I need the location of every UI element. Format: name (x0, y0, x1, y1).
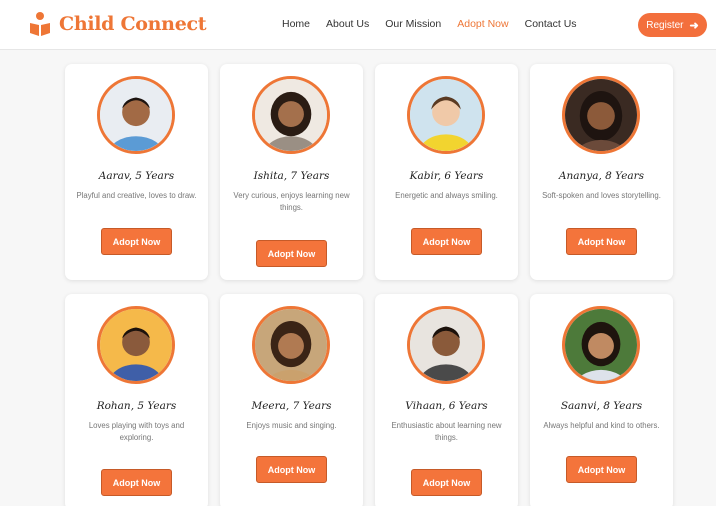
child-photo-avatar (562, 76, 640, 154)
child-name: Kabir, 6 Years (409, 170, 484, 182)
child-name: Ananya, 8 Years (558, 170, 645, 182)
child-card-vihaan: Vihaan, 6 Years Enthusiastic about learn… (375, 294, 518, 506)
child-card-aarav: Aarav, 5 Years Playful and creative, lov… (65, 64, 208, 280)
child-photo-avatar (252, 306, 330, 384)
adopt-now-button[interactable]: Adopt Now (101, 228, 172, 255)
child-card-saanvi: Saanvi, 8 Years Always helpful and kind … (530, 294, 673, 506)
child-description: Enjoys music and singing. (246, 421, 337, 430)
nav-adopt-now[interactable]: Adopt Now (457, 18, 508, 30)
child-photo-avatar (407, 76, 485, 154)
child-name: Ishita, 7 Years (253, 170, 330, 182)
register-button[interactable]: Register ➜ (638, 13, 707, 37)
child-card-ananya: Ananya, 8 Years Soft-spoken and loves st… (530, 64, 673, 280)
child-name: Meera, 7 Years (251, 400, 332, 412)
brand-logo[interactable]: Child Connect (28, 11, 207, 37)
child-description: Always helpful and kind to others. (543, 421, 660, 430)
child-photo-avatar (97, 76, 175, 154)
navbar: Child Connect Home About Us Our Mission … (0, 0, 716, 50)
child-photo-avatar (252, 76, 330, 154)
adopt-now-button[interactable]: Adopt Now (566, 456, 637, 483)
child-photo-avatar (97, 306, 175, 384)
child-description: Soft-spoken and loves storytelling. (542, 191, 661, 200)
child-card-kabir: Kabir, 6 Years Energetic and always smil… (375, 64, 518, 280)
reading-child-icon (30, 12, 50, 36)
child-card-rohan: Rohan, 5 Years Loves playing with toys a… (65, 294, 208, 506)
child-description: Energetic and always smiling. (395, 191, 498, 200)
child-description: Playful and creative, loves to draw. (76, 191, 197, 200)
child-photo-avatar (562, 306, 640, 384)
arrow-right-icon: ➜ (689, 19, 699, 32)
child-description: Very curious, enjoys learning new things… (233, 191, 350, 212)
brand-name: Child Connect (59, 13, 207, 35)
main-nav: Home About Us Our Mission Adopt Now Cont… (282, 18, 593, 30)
child-card-meera: Meera, 7 Years Enjoys music and singing.… (220, 294, 363, 506)
child-photo-avatar (407, 306, 485, 384)
register-label: Register (646, 19, 684, 31)
child-description: Enthusiastic about learning new things. (391, 421, 502, 442)
child-name: Aarav, 5 Years (98, 170, 175, 182)
children-grid: Aarav, 5 Years Playful and creative, lov… (65, 64, 675, 506)
adopt-now-button[interactable]: Adopt Now (256, 456, 327, 483)
child-name: Rohan, 5 Years (96, 400, 177, 412)
child-name: Saanvi, 8 Years (560, 400, 643, 412)
adopt-now-button[interactable]: Adopt Now (411, 469, 482, 496)
nav-our-mission[interactable]: Our Mission (385, 18, 441, 30)
child-name: Vihaan, 6 Years (405, 400, 488, 412)
child-description: Loves playing with toys and exploring. (88, 421, 185, 442)
nav-contact-us[interactable]: Contact Us (525, 18, 577, 30)
child-card-ishita: Ishita, 7 Years Very curious, enjoys lea… (220, 64, 363, 280)
adopt-now-button[interactable]: Adopt Now (411, 228, 482, 255)
nav-home[interactable]: Home (282, 18, 310, 30)
adopt-now-button[interactable]: Adopt Now (256, 240, 327, 267)
nav-about-us[interactable]: About Us (326, 18, 369, 30)
adopt-now-button[interactable]: Adopt Now (566, 228, 637, 255)
adopt-now-button[interactable]: Adopt Now (101, 469, 172, 496)
